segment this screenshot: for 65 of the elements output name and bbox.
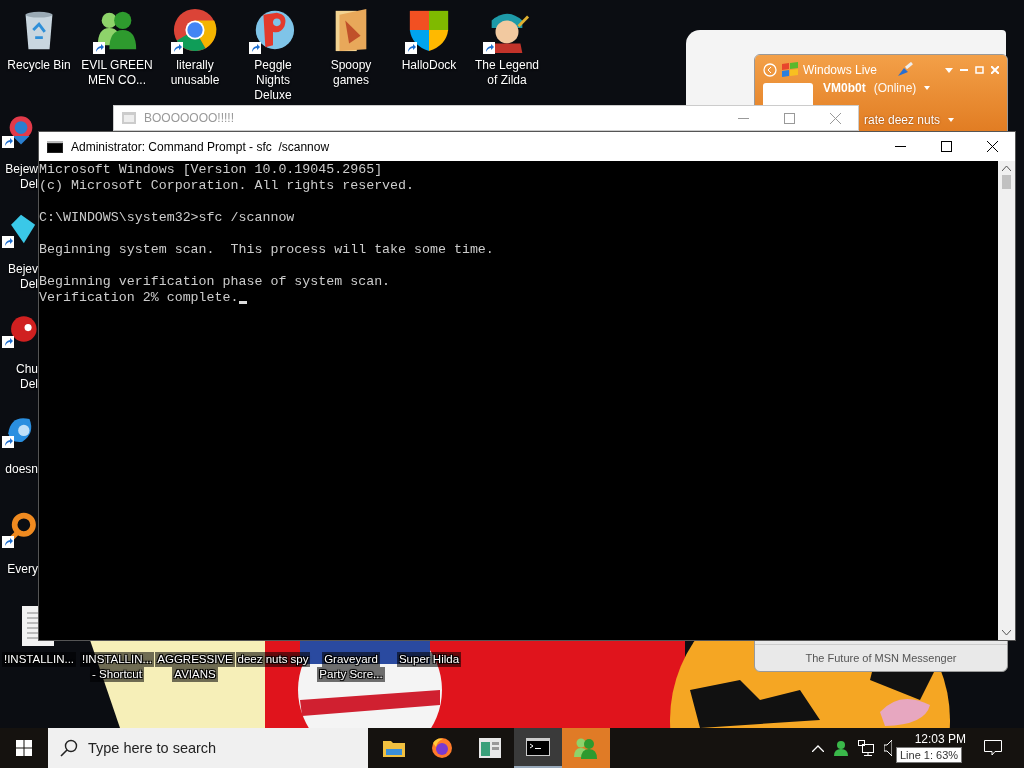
icon-label[interactable]: Bejev Del	[7, 262, 38, 292]
console-line: Microsoft Windows [Version 10.0.19045.2965]	[39, 162, 383, 178]
console-icon	[47, 140, 63, 153]
text-cursor	[238, 301, 247, 304]
scroll-up-icon[interactable]	[1002, 166, 1011, 171]
network-icon[interactable]	[858, 740, 874, 756]
console-line: Verification 2% complete.	[39, 290, 239, 306]
shortcut-arrow-icon	[2, 136, 14, 148]
console-line: Beginning system scan. This process will take some time.	[39, 242, 494, 258]
search-field[interactable]: Type here to search	[48, 728, 368, 768]
maximize-icon	[783, 112, 795, 124]
people-icon	[573, 737, 599, 759]
desktop-icon[interactable]: The Legend of Zilda	[468, 6, 546, 103]
close-icon[interactable]	[991, 66, 999, 74]
fox-icon	[431, 737, 453, 759]
scroll-thumb[interactable]	[1002, 175, 1011, 189]
window-icon	[122, 112, 136, 124]
window-icon	[479, 738, 501, 758]
tooltip: Line 1: 63%	[896, 747, 963, 763]
speaker-icon[interactable]	[884, 740, 892, 756]
console-line: C:\WINDOWS\system32>sfc /scannow	[39, 210, 295, 226]
messenger-title: Windows Live	[803, 63, 878, 77]
icon-label[interactable]: Chu Del	[16, 362, 38, 392]
flag-logo-icon	[780, 62, 800, 78]
desktop-icon[interactable]: literally unusable	[156, 6, 234, 103]
dropdown-icon[interactable]	[924, 86, 931, 90]
close-icon	[829, 112, 841, 124]
browser-icon	[172, 7, 218, 53]
console-line: (c) Microsoft Corporation. All rights reserved.	[39, 178, 415, 194]
desktop-icon[interactable]: HalloDock	[390, 6, 468, 103]
footer-text: The Future of MSN Messenger	[805, 652, 957, 664]
desktop-icon[interactable]: Spoopy games	[312, 6, 390, 103]
minimize-icon	[894, 146, 906, 147]
scroll-down-icon[interactable]	[1002, 630, 1011, 635]
close-icon	[986, 141, 998, 152]
icon-label[interactable]: Bejew Del	[5, 162, 38, 192]
shortcut-arrow-icon	[2, 336, 14, 348]
desktop-icon[interactable]: Peggle Nights Deluxe	[234, 6, 312, 103]
icon-label[interactable]: Every	[7, 562, 38, 577]
window-title: Administrator: Command Prompt - sfc /scannow	[71, 139, 330, 154]
console-icon	[526, 738, 550, 756]
dropdown-icon[interactable]	[945, 67, 953, 73]
dropdown-icon[interactable]	[948, 118, 955, 122]
search-icon	[60, 739, 78, 757]
minimize-icon	[737, 117, 749, 119]
chevron-up-icon[interactable]	[812, 744, 824, 752]
taskbar-app-button[interactable]	[514, 728, 562, 768]
shortcut-arrow-icon	[2, 536, 14, 548]
console-line: Beginning verification phase of system scan.	[39, 274, 391, 290]
icon-label[interactable]: doesn	[5, 462, 38, 477]
windows-logo-icon	[16, 740, 32, 756]
folder-icon	[383, 739, 405, 757]
clock-time[interactable]: 12:03 PM	[914, 732, 966, 746]
desktop-icon[interactable]: Recycle Bin	[0, 6, 78, 103]
notification-icon[interactable]	[984, 740, 1002, 756]
maximize-icon	[940, 141, 952, 152]
person-icon[interactable]	[834, 740, 848, 756]
shortcut-arrow-icon	[2, 436, 14, 448]
window-title: BOOOOOOO!!!!!	[144, 111, 234, 125]
maximize-icon[interactable]	[975, 66, 984, 74]
shortcut-arrow-icon	[2, 236, 14, 248]
desktop-icon[interactable]: EVIL GREEN MEN CO...	[78, 6, 156, 103]
paintbrush-icon	[896, 62, 915, 78]
back-icon	[763, 63, 777, 77]
scrollbar[interactable]	[998, 161, 1015, 640]
